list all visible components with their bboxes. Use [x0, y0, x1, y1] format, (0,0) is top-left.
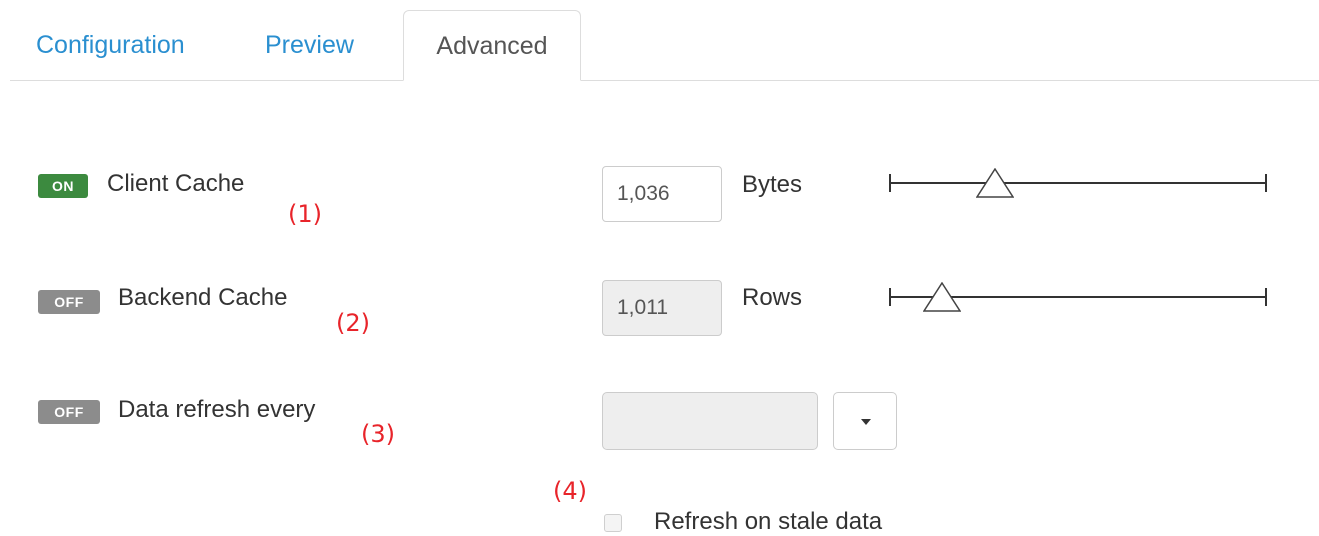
- refresh-interval-select[interactable]: [602, 392, 818, 450]
- refresh-interval-dropdown-button[interactable]: [833, 392, 897, 450]
- backend-cache-toggle[interactable]: OFF: [38, 290, 100, 314]
- backend-cache-label: Backend Cache: [118, 284, 288, 311]
- backend-cache-rows-input[interactable]: [602, 280, 722, 336]
- tab-preview[interactable]: Preview: [265, 10, 354, 80]
- triangle-thumb-icon[interactable]: [922, 282, 961, 312]
- data-refresh-toggle[interactable]: OFF: [38, 400, 100, 424]
- client-cache-unit: Bytes: [742, 171, 803, 198]
- client-cache-toggle[interactable]: ON: [38, 174, 88, 198]
- annotation-3: (3): [361, 420, 395, 448]
- backend-cache-unit: Rows: [742, 284, 803, 311]
- annotation-1: (1): [288, 200, 322, 228]
- slider-max-tick: [1265, 288, 1267, 306]
- caret-down-icon: [861, 419, 871, 425]
- refresh-stale-label: Refresh on stale data: [654, 508, 883, 535]
- annotation-2: (2): [336, 309, 370, 337]
- slider-track: [889, 182, 1267, 184]
- data-refresh-label: Data refresh every: [118, 396, 316, 423]
- refresh-stale-checkbox[interactable]: [604, 514, 622, 532]
- tab-bar: Configuration Preview Advanced: [10, 10, 1319, 81]
- annotation-4: (4): [553, 477, 587, 505]
- tab-configuration[interactable]: Configuration: [36, 10, 185, 80]
- client-cache-bytes-input[interactable]: [602, 166, 722, 222]
- triangle-thumb-icon[interactable]: [975, 168, 1014, 198]
- client-cache-label: Client Cache: [107, 170, 245, 197]
- tab-advanced[interactable]: Advanced: [403, 10, 581, 81]
- client-cache-slider[interactable]: [889, 168, 1267, 198]
- slider-min-tick: [889, 174, 891, 192]
- backend-cache-slider[interactable]: [889, 282, 1267, 312]
- slider-min-tick: [889, 288, 891, 306]
- slider-max-tick: [1265, 174, 1267, 192]
